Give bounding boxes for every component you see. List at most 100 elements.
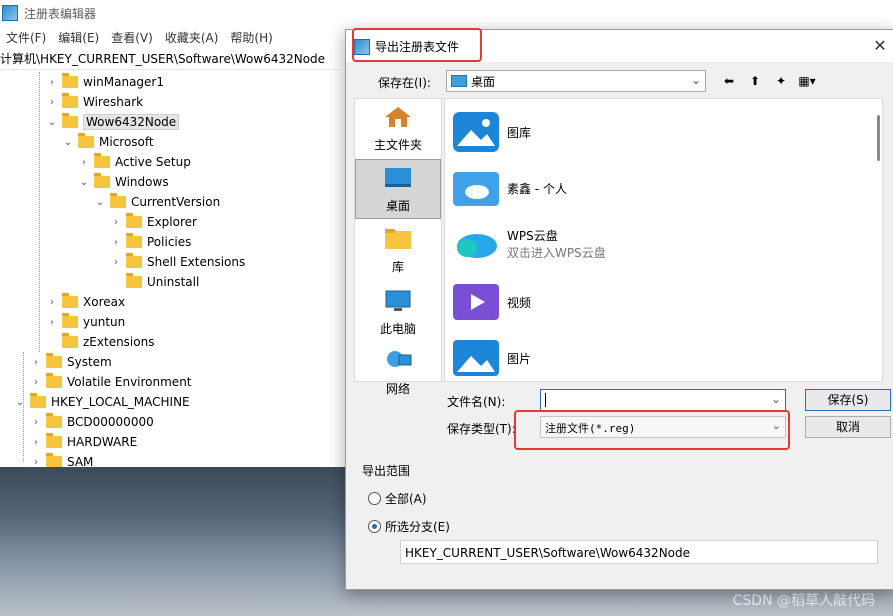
home-icon	[385, 107, 411, 127]
tree-node[interactable]: › Policies	[110, 232, 191, 252]
library-icon	[385, 229, 411, 249]
close-icon[interactable]: ✕	[870, 36, 890, 56]
folder-icon	[62, 313, 78, 328]
range-title: 导出范围	[362, 464, 411, 478]
menu-edit[interactable]: 编辑(E)	[52, 28, 105, 48]
menu-favorites[interactable]: 收藏夹(A)	[159, 28, 225, 48]
tree-node-selected[interactable]: ⌄ Wow6432Node	[46, 112, 180, 132]
folder-icon	[30, 393, 46, 408]
folder-icon	[78, 133, 94, 148]
export-registry-dialog: 导出注册表文件 ✕ 保存在(I): 桌面 ⌄ ⬅ ⬆ ✦ ▦▾ 主文件夹 桌面	[345, 28, 893, 590]
place-home[interactable]: 主文件夹	[355, 99, 441, 159]
folder-icon	[126, 253, 142, 268]
tree-node[interactable]: ⌄ HKEY_LOCAL_MACHINE	[14, 392, 190, 412]
menu-bar: 文件(F) 编辑(E) 查看(V) 收藏夹(A) 帮助(H)	[0, 28, 279, 48]
radio-dot-selected	[368, 520, 381, 533]
tree-node[interactable]: ⌄ CurrentVersion	[94, 192, 220, 212]
up-folder-icon[interactable]: ⬆	[746, 72, 764, 90]
tree-node[interactable]: › Wireshark	[46, 92, 143, 112]
tree-node[interactable]: › Shell Extensions	[110, 252, 245, 272]
folder-icon	[126, 273, 142, 288]
cloud-folder-icon	[453, 172, 499, 206]
folder-icon	[110, 193, 126, 208]
tree-node[interactable]: › Volatile Environment	[30, 372, 192, 392]
place-library[interactable]: 库	[355, 221, 441, 281]
tree-node[interactable]: › Active Setup	[78, 152, 191, 172]
menu-help[interactable]: 帮助(H)	[224, 28, 278, 48]
highlight-box-filetype	[514, 410, 790, 450]
branch-input[interactable]: HKEY_CURRENT_USER\Software\Wow6432Node	[400, 540, 878, 564]
folder-icon	[62, 293, 78, 308]
tree-node[interactable]: › yuntun	[46, 312, 125, 332]
place-desktop[interactable]: 桌面	[355, 159, 441, 219]
places-bar: 主文件夹 桌面 库 此电脑 网络	[354, 98, 442, 396]
wps-cloud-icon	[457, 234, 497, 258]
folder-icon	[62, 333, 78, 348]
file-item-pictures[interactable]: 图片	[453, 333, 531, 381]
view-menu-icon[interactable]: ▦▾	[798, 72, 816, 90]
place-this-pc[interactable]: 此电脑	[355, 283, 441, 343]
tree-node[interactable]: Uninstall	[110, 272, 199, 292]
folder-icon	[62, 113, 78, 128]
highlight-box-title	[352, 28, 482, 62]
save-button[interactable]: 保存(S)	[805, 389, 891, 411]
radio-all[interactable]: 全部(A)	[368, 490, 427, 507]
export-range-group: 导出范围 全部(A) 所选分支(E) HKEY_CURRENT_USER\Sof…	[346, 460, 893, 589]
folder-icon	[46, 413, 62, 428]
registry-tree: › winManager1 › Wireshark ⌄ Wow6432Node …	[0, 72, 345, 467]
tree-node[interactable]: › Explorer	[110, 212, 197, 232]
desktop-icon	[385, 168, 411, 187]
network-icon	[387, 351, 412, 367]
pictures-folder-icon	[453, 340, 499, 376]
folder-icon	[62, 93, 78, 108]
save-in-label: 保存在(I):	[378, 76, 431, 90]
regedit-title: 注册表编辑器	[24, 6, 97, 21]
new-folder-icon[interactable]: ✦	[772, 72, 790, 90]
cancel-button[interactable]: 取消	[805, 416, 891, 438]
video-folder-icon	[453, 284, 499, 320]
folder-icon	[46, 433, 62, 448]
tree-node[interactable]: › System	[30, 352, 112, 372]
tree-node[interactable]: › BCD00000000	[30, 412, 154, 432]
text-cursor	[545, 393, 546, 407]
tree-node[interactable]: › Xoreax	[46, 292, 125, 312]
folder-icon	[94, 153, 110, 168]
menu-view[interactable]: 查看(V)	[105, 28, 159, 48]
regedit-titlebar: 注册表编辑器	[0, 0, 893, 26]
radio-selected-branch[interactable]: 所选分支(E)	[368, 518, 450, 535]
computer-icon	[385, 290, 411, 311]
menu-file[interactable]: 文件(F)	[0, 28, 52, 48]
desktop-icon	[451, 75, 467, 87]
folder-icon	[62, 73, 78, 88]
folder-icon	[46, 353, 62, 368]
regedit-icon	[2, 5, 18, 21]
tree-node[interactable]: › SAM	[30, 452, 93, 467]
gallery-icon	[453, 112, 499, 152]
file-item-videos[interactable]: 视频	[453, 277, 531, 327]
toolbar: ⬅ ⬆ ✦ ▦▾	[720, 72, 816, 90]
folder-icon	[94, 173, 110, 188]
back-icon[interactable]: ⬅	[720, 72, 738, 90]
folder-icon	[126, 213, 142, 228]
tree-node[interactable]: zExtensions	[46, 332, 154, 352]
tree-node[interactable]: › HARDWARE	[30, 432, 137, 452]
tree-node[interactable]: › winManager1	[46, 72, 164, 92]
filename-label: 文件名(N):	[447, 395, 506, 409]
file-item-gallery[interactable]: 图库	[453, 107, 531, 157]
folder-icon	[126, 233, 142, 248]
chevron-down-icon: ⌄	[770, 392, 781, 406]
tree-node[interactable]: ⌄ Windows	[78, 172, 169, 192]
address-bar[interactable]: 计算机\HKEY_CURRENT_USER\Software\Wow6432No…	[0, 49, 340, 70]
save-in-combo[interactable]: 桌面 ⌄	[446, 70, 706, 92]
filename-input[interactable]: ⌄	[540, 389, 786, 411]
watermark: CSDN @稻草人敲代码	[732, 593, 875, 609]
tree-node[interactable]: ⌄ Microsoft	[62, 132, 154, 152]
chevron-down-icon: ⌄	[690, 73, 701, 87]
file-item-onedrive[interactable]: 素鑫 - 个人	[453, 163, 567, 213]
radio-dot	[368, 492, 381, 505]
filetype-label: 保存类型(T):	[447, 422, 516, 436]
save-in-value: 桌面	[471, 75, 496, 89]
place-network[interactable]: 网络	[355, 343, 441, 403]
scrollbar-thumb[interactable]	[877, 115, 880, 161]
file-item-wps-cloud[interactable]: WPS云盘 双击进入WPS云盘	[453, 219, 606, 269]
